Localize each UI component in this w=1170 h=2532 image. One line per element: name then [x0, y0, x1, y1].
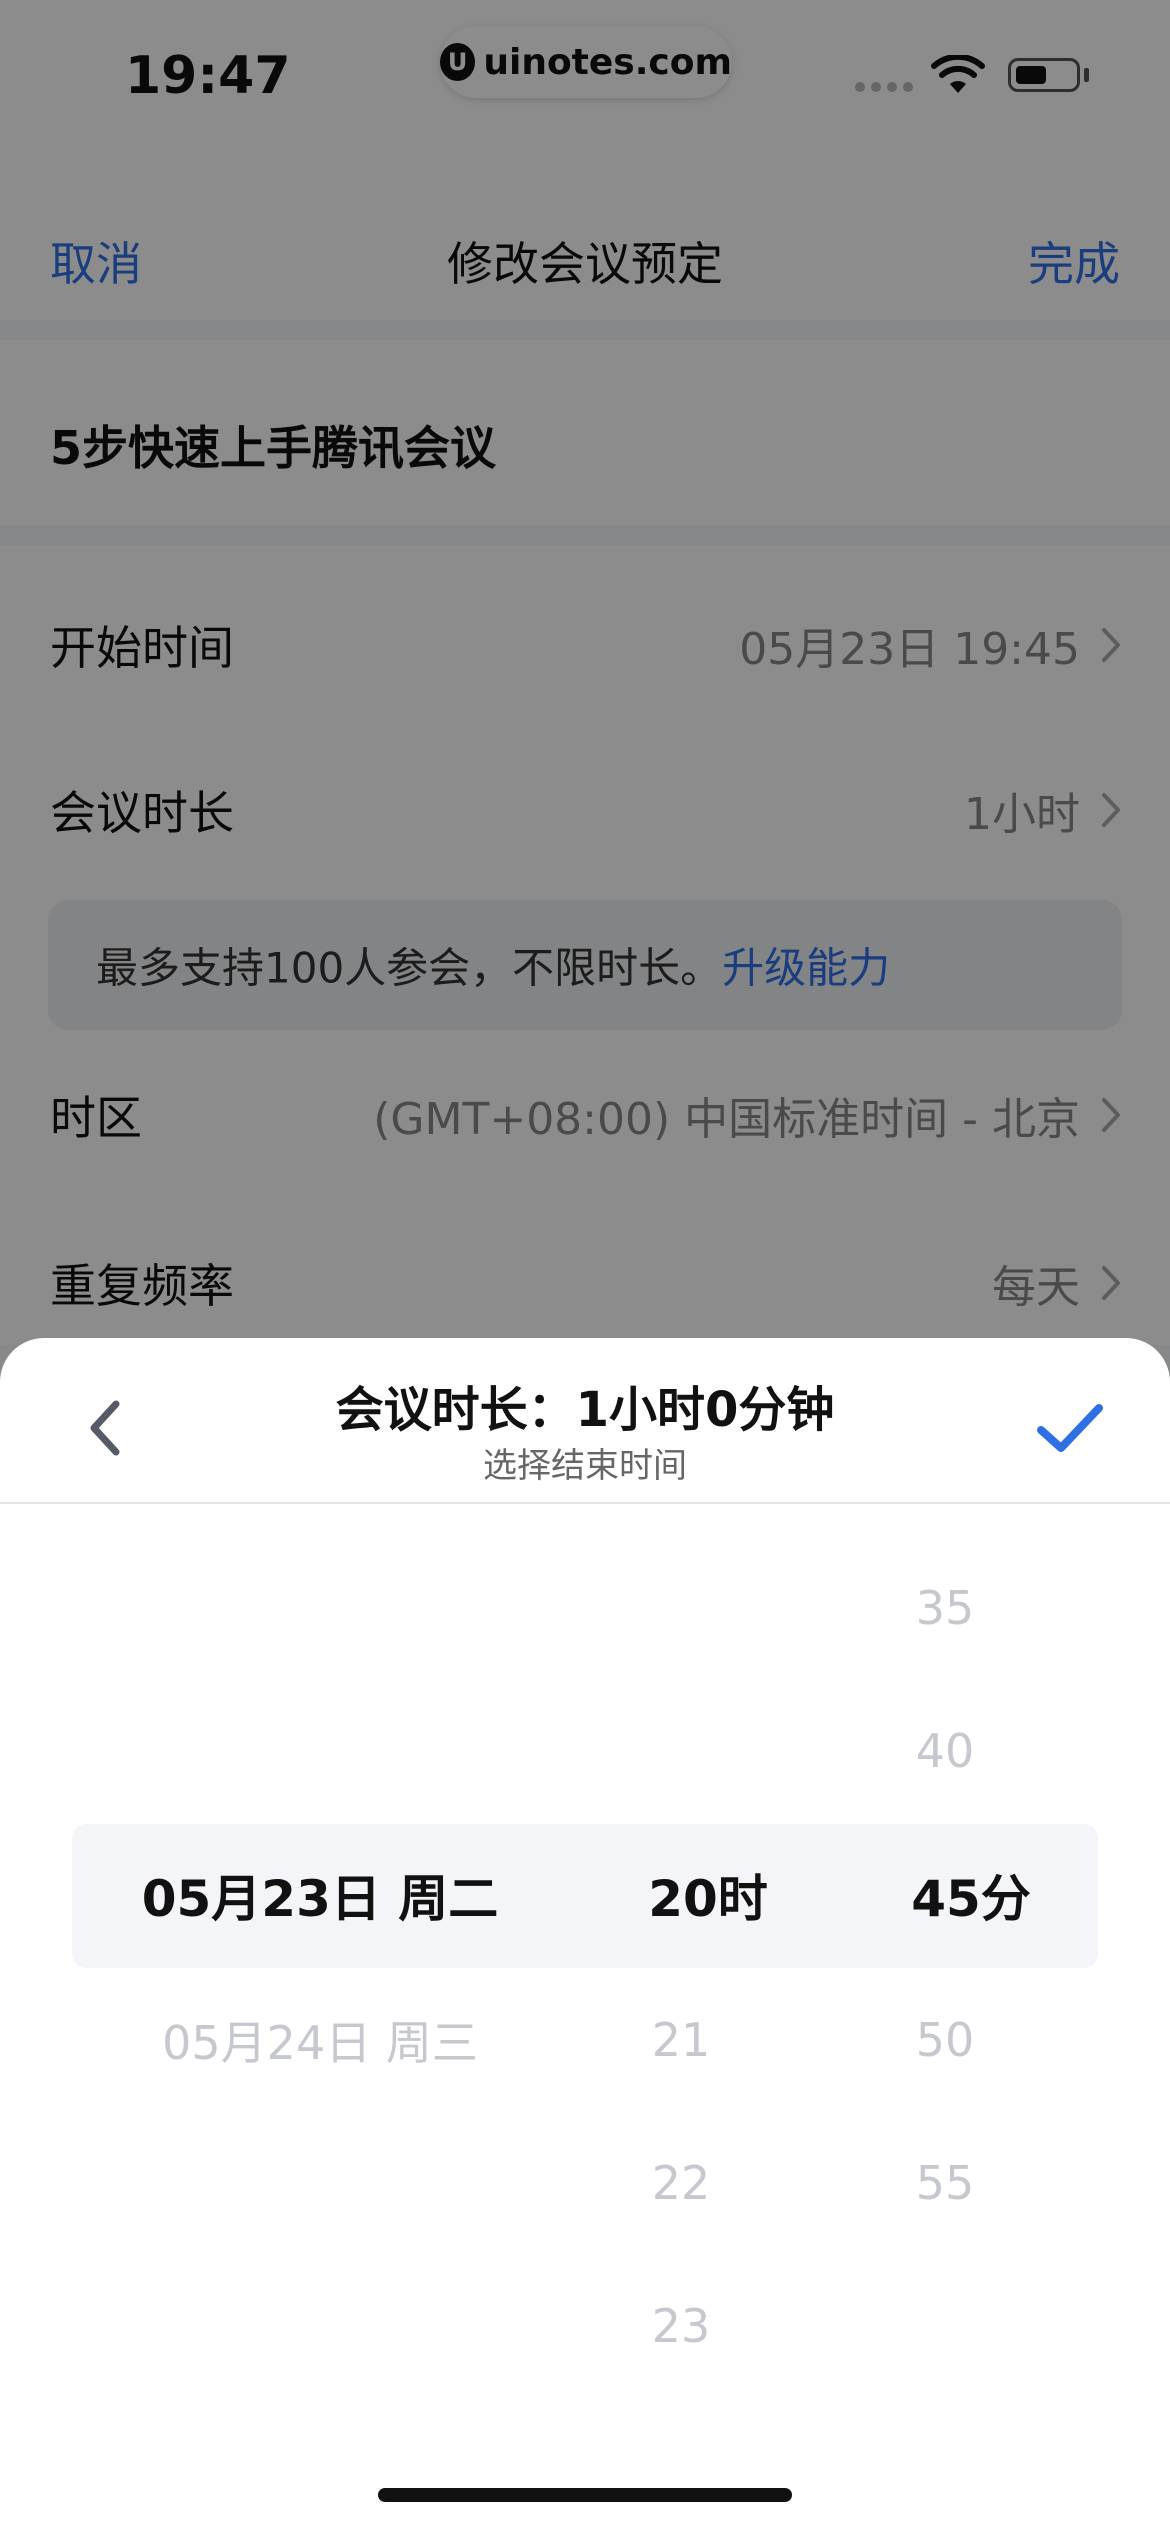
picker-hour-option[interactable]: 22: [652, 2156, 711, 2210]
home-indicator[interactable]: [378, 2488, 792, 2502]
picker-hour-option[interactable]: 23: [652, 2299, 711, 2353]
picker-hour-selected[interactable]: 20时: [648, 1859, 768, 1931]
picker-minute-option[interactable]: 55: [916, 2156, 975, 2210]
picker-hour-option[interactable]: 21: [652, 2013, 711, 2067]
picker-date-selected[interactable]: 05月23日 周二: [142, 1859, 499, 1931]
sheet-subtitle: 选择结束时间: [483, 1446, 687, 1486]
sheet-title: 会议时长：1小时0分钟: [335, 1382, 835, 1438]
duration-picker-sheet: 会议时长：1小时0分钟 选择结束时间 05月23日 周二 05月24日 周三 2…: [0, 1338, 1170, 2532]
picker-minute-option[interactable]: 50: [916, 2013, 975, 2067]
picker-minute-option[interactable]: 40: [916, 1724, 975, 1778]
picker-minute-option[interactable]: 35: [916, 1581, 975, 1635]
checkmark-icon: [1037, 1404, 1103, 1452]
sheet-divider: [0, 1502, 1170, 1504]
picker-date-option[interactable]: 05月24日 周三: [162, 2007, 478, 2073]
confirm-button[interactable]: [1030, 1388, 1110, 1468]
picker-minute-selected[interactable]: 45分: [911, 1859, 1031, 1931]
